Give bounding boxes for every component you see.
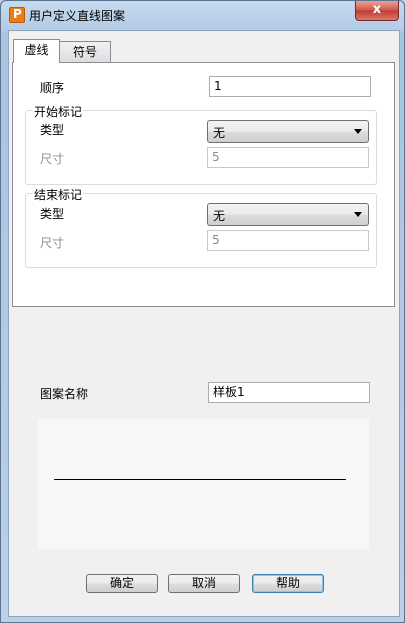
start-size-label: 尺寸 bbox=[40, 152, 65, 166]
app-icon bbox=[9, 7, 25, 23]
pattern-name-label: 图案名称 bbox=[40, 387, 89, 401]
dialog-window: 用户定义直线图案 x 虚线 符号 顺序 1 开始标记 类型 无 尺寸 5 结束标… bbox=[0, 0, 405, 623]
dialog-client-area: 虚线 符号 顺序 1 开始标记 类型 无 尺寸 5 结束标记 类型 无 尺寸 5… bbox=[8, 30, 400, 617]
help-button[interactable]: 帮助 bbox=[252, 574, 324, 593]
start-mark-group: 开始标记 类型 无 尺寸 5 bbox=[25, 103, 377, 185]
chevron-down-icon bbox=[354, 129, 362, 134]
end-type-value: 无 bbox=[213, 209, 226, 223]
chevron-down-icon bbox=[354, 212, 362, 217]
order-field[interactable]: 1 bbox=[209, 76, 371, 97]
end-size-field[interactable]: 5 bbox=[207, 230, 369, 251]
pattern-name-field[interactable]: 样板1 bbox=[208, 382, 370, 403]
title-bar[interactable]: 用户定义直线图案 x bbox=[1, 1, 404, 29]
start-mark-group-title: 开始标记 bbox=[33, 103, 84, 120]
ok-button[interactable]: 确定 bbox=[86, 574, 158, 593]
start-type-value: 无 bbox=[213, 126, 226, 140]
line-pattern-preview bbox=[38, 419, 369, 549]
end-mark-group-title: 结束标记 bbox=[33, 186, 84, 203]
tab-panel-dash: 顺序 1 开始标记 类型 无 尺寸 5 结束标记 类型 无 尺寸 5 bbox=[12, 62, 395, 307]
start-type-label: 类型 bbox=[40, 123, 65, 137]
start-type-dropdown[interactable]: 无 bbox=[207, 120, 369, 143]
end-type-label: 类型 bbox=[40, 207, 65, 221]
window-title: 用户定义直线图案 bbox=[29, 9, 126, 23]
preview-line bbox=[54, 479, 346, 480]
end-type-dropdown[interactable]: 无 bbox=[207, 203, 369, 226]
order-label: 顺序 bbox=[40, 81, 65, 95]
start-size-field[interactable]: 5 bbox=[207, 147, 369, 168]
end-size-label: 尺寸 bbox=[40, 236, 65, 250]
tab-dash[interactable]: 虚线 bbox=[13, 39, 60, 63]
tab-symbol[interactable]: 符号 bbox=[59, 41, 111, 63]
close-button[interactable]: x bbox=[355, 1, 399, 21]
cancel-button[interactable]: 取消 bbox=[168, 574, 240, 593]
end-mark-group: 结束标记 类型 无 尺寸 5 bbox=[25, 186, 377, 268]
